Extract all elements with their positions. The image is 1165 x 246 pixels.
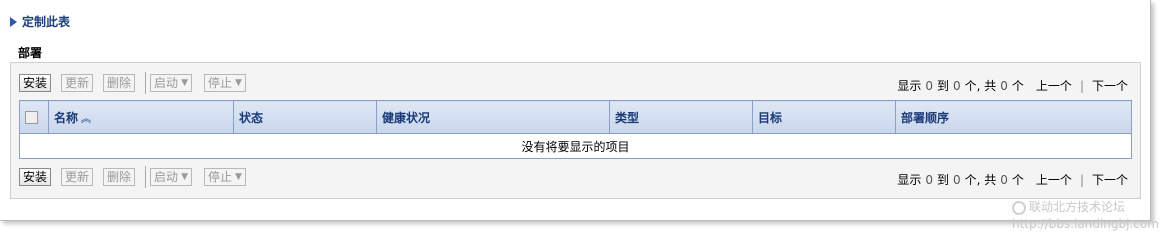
sort-ascending-icon[interactable]: ︽ [81,114,91,125]
start-dropdown[interactable]: 启动 ▼ [150,168,192,186]
bottom-toolbar: 安装 更新 删除 启动 ▼ 停止 ▼ [19,166,258,188]
toolbar-divider [145,166,147,188]
top-pager: 显示 0 到 0 个, 共 0 个 上一个 | 下一个 [897,77,1128,94]
column-header-name-label: 名称 [54,110,79,125]
update-button[interactable]: 更新 [61,168,94,186]
pager-next-link[interactable]: 下一个 [1092,171,1128,188]
pager-prev-link[interactable]: 上一个 [1036,77,1072,94]
toolbar-divider [145,72,147,94]
pager-to: 0 [952,78,961,93]
deployments-table: 名称 ︽ 状态 健康状况 类型 目标 部署顺序 没有将要显示的项目 [19,100,1132,159]
deployments-panel: 定制此表 部署 安装 更新 删除 启动 ▼ 停止 ▼ 显示 0 到 0 个, 共… [0,0,1151,221]
top-toolbar: 安装 更新 删除 启动 ▼ 停止 ▼ [19,72,258,94]
pager-total-label: 个, 共 [964,173,997,187]
pager-prev-link[interactable]: 上一个 [1036,171,1072,188]
stop-dropdown[interactable]: 停止 ▼ [203,168,246,186]
pager-separator: | [1079,78,1084,93]
customize-table-label: 定制此表 [22,15,71,29]
watermark-title: 联动北方技术论坛 [1029,200,1126,214]
table-row: 没有将要显示的项目 [19,133,1132,159]
customize-table-link[interactable]: 定制此表 [10,13,70,30]
start-dropdown-label: 启动 [154,76,179,90]
install-button[interactable]: 安装 [19,168,52,186]
column-header-deployment-order[interactable]: 部署顺序 [895,100,1132,134]
column-header-type[interactable]: 类型 [609,100,753,134]
delete-button[interactable]: 删除 [103,74,136,92]
stop-dropdown[interactable]: 停止 ▼ [203,74,246,92]
watermark-url: http://bbs.landingbj.com [1012,217,1159,231]
chevron-down-icon: ▼ [181,172,188,182]
deployments-table-container: 安装 更新 删除 启动 ▼ 停止 ▼ 显示 0 到 0 个, 共 0 个 上一个… [10,62,1141,199]
pager-from: 0 [925,172,933,187]
pager-separator: | [1079,172,1084,187]
chevron-down-icon: ▼ [235,172,242,182]
update-button[interactable]: 更新 [61,74,94,92]
start-dropdown[interactable]: 启动 ▼ [150,74,192,92]
pager-from: 0 [925,78,933,93]
select-all-checkbox[interactable] [25,111,38,124]
bottom-pager: 显示 0 到 0 个, 共 0 个 上一个 | 下一个 [897,171,1128,188]
pager-show-label: 显示 [897,79,922,93]
column-header-health[interactable]: 健康状况 [376,100,610,134]
forum-logo-icon [1012,200,1026,215]
pager-show-label: 显示 [897,173,922,187]
pager-to-label: 到 [936,79,949,93]
delete-button[interactable]: 删除 [103,168,136,186]
pager-to-label: 到 [936,173,949,187]
pager-to: 0 [952,172,961,187]
forum-watermark: 联动北方技术论坛 http://bbs.landingbj.com [1012,199,1159,233]
table-header-row: 名称 ︽ 状态 健康状况 类型 目标 部署顺序 [19,100,1132,134]
pager-unit-label: 个 [1011,79,1024,93]
column-header-target[interactable]: 目标 [752,100,896,134]
column-header-name[interactable]: 名称 ︽ [48,100,234,134]
section-title: 部署 [18,46,43,60]
expand-triangle-icon [10,16,17,27]
pager-total: 0 [1000,78,1008,93]
stop-dropdown-label: 停止 [207,170,232,184]
select-all-header [19,100,49,134]
pager-total: 0 [1000,172,1008,187]
chevron-down-icon: ▼ [181,78,188,88]
pager-total-label: 个, 共 [964,79,997,93]
stop-dropdown-label: 停止 [207,76,232,90]
start-dropdown-label: 启动 [154,170,179,184]
chevron-down-icon: ▼ [235,78,242,88]
column-header-state[interactable]: 状态 [233,100,377,134]
install-button[interactable]: 安装 [19,74,52,92]
empty-table-message: 没有将要显示的项目 [19,133,1132,159]
pager-unit-label: 个 [1011,173,1024,187]
pager-next-link[interactable]: 下一个 [1092,77,1128,94]
